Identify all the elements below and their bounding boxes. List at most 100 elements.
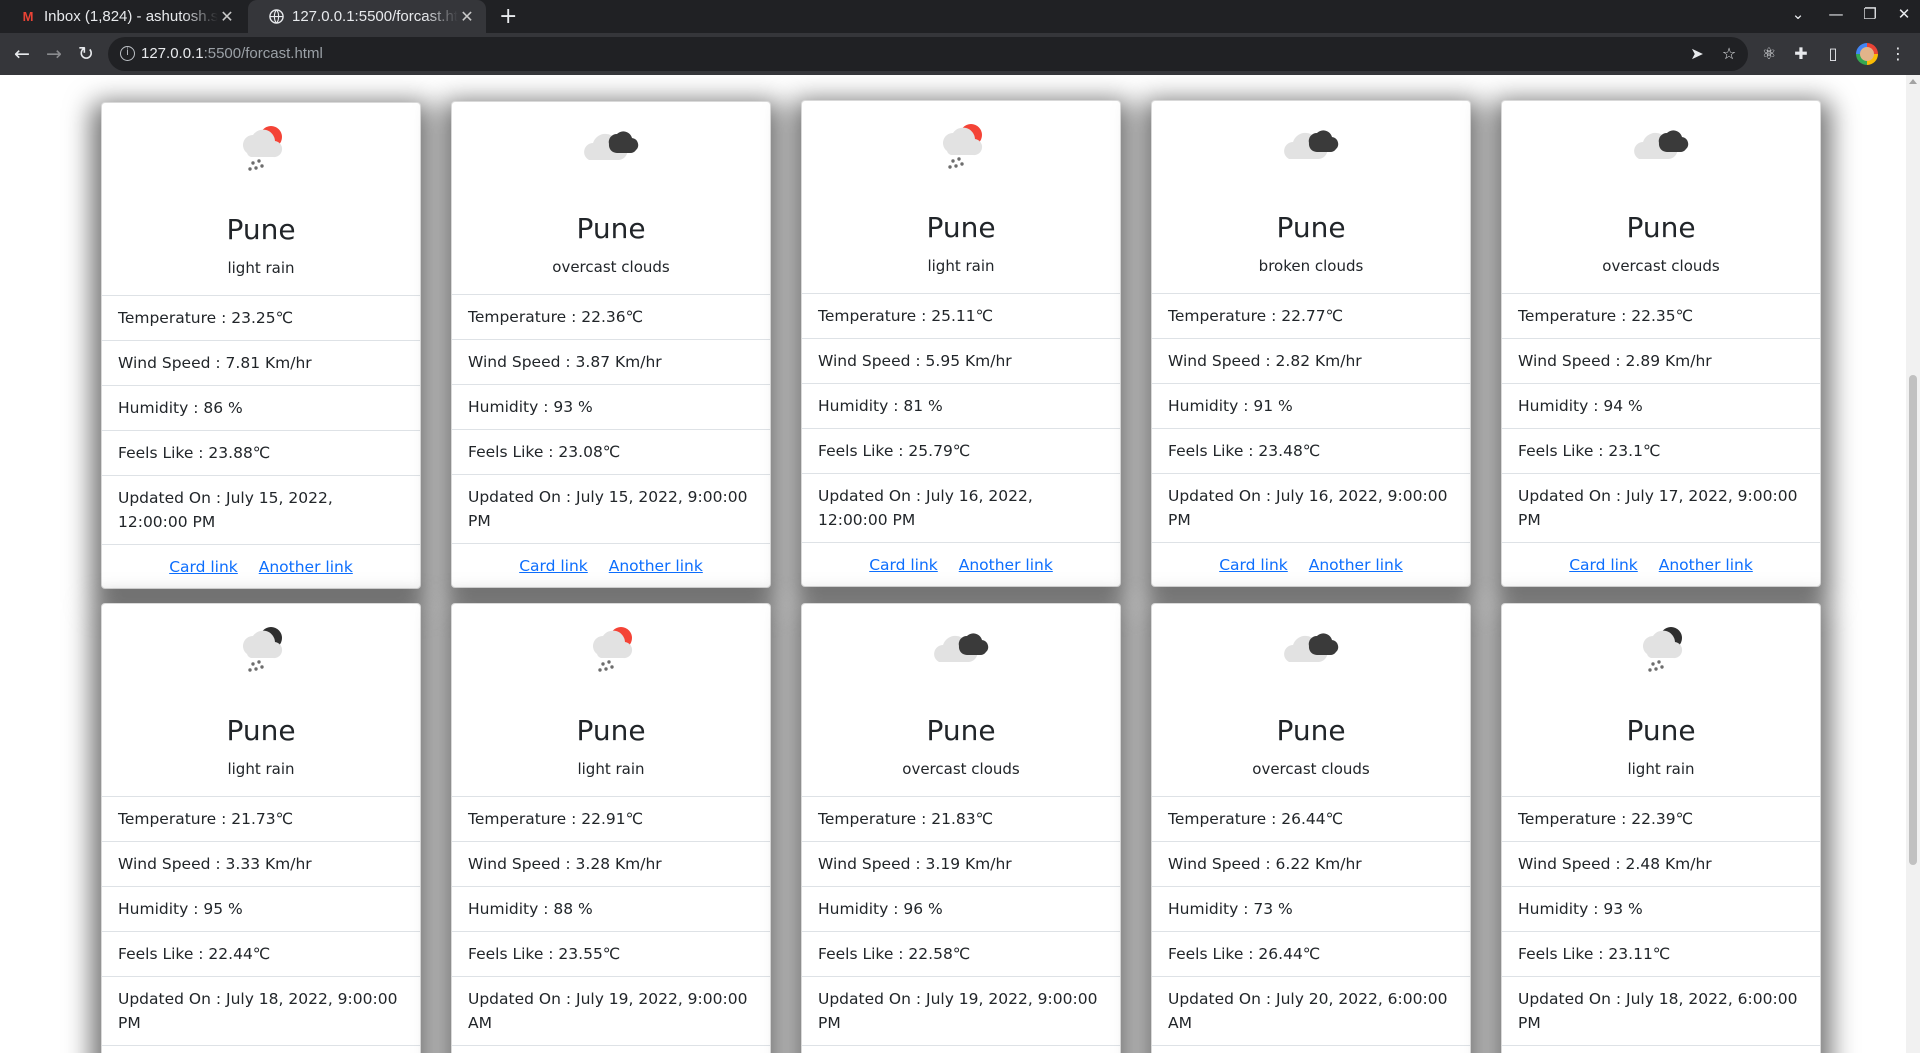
another-link[interactable]: Another link [259, 558, 353, 576]
weather-description: light rain [227, 259, 295, 277]
send-tab-icon[interactable]: ➤ [1685, 42, 1709, 66]
tab-search-icon[interactable]: ⌄ [1784, 5, 1812, 23]
forecast-card: Pune light rain Temperature : 25.11℃ Win… [801, 100, 1121, 587]
card-links: Card link Another link [102, 1046, 420, 1053]
wind-speed-row: Wind Speed : 6.22 Km/hr [1152, 842, 1470, 887]
forecast-card: Pune overcast clouds Temperature : 22.35… [1501, 100, 1821, 587]
feels-like-row: Feels Like : 23.55℃ [452, 932, 770, 977]
overcast-clouds-icon [929, 620, 993, 676]
weather-description: light rain [1627, 760, 1695, 778]
tab-gmail[interactable]: M Inbox (1,824) - ashutosh.s ✕ [0, 0, 246, 33]
profile-avatar[interactable] [1856, 43, 1878, 65]
updated-on-row: Updated On : July 20, 2022, 6:00:00 AM [1152, 977, 1470, 1046]
weather-description: overcast clouds [1602, 257, 1720, 275]
new-tab-icon[interactable]: + [499, 4, 517, 29]
feels-like-row: Feels Like : 23.11℃ [1502, 932, 1820, 977]
close-window-icon[interactable]: ✕ [1890, 5, 1918, 23]
forecast-card: Pune overcast clouds Temperature : 21.83… [801, 603, 1121, 1053]
wind-speed-row: Wind Speed : 3.19 Km/hr [802, 842, 1120, 887]
city-name: Pune [576, 212, 646, 245]
bookmark-star-icon[interactable]: ☆ [1717, 42, 1741, 66]
extension-react-icon[interactable]: ⚛ [1757, 42, 1781, 66]
wind-speed-row: Wind Speed : 3.28 Km/hr [452, 842, 770, 887]
wind-speed-row: Wind Speed : 2.48 Km/hr [1502, 842, 1820, 887]
wind-speed-row: Wind Speed : 2.89 Km/hr [1502, 339, 1820, 384]
card-link[interactable]: Card link [1219, 556, 1288, 574]
temperature-row: Temperature : 25.11℃ [802, 294, 1120, 339]
restore-icon[interactable]: ❐ [1856, 5, 1884, 23]
wind-speed-row: Wind Speed : 3.33 Km/hr [102, 842, 420, 887]
light-rain-day-icon [929, 117, 993, 173]
url-text[interactable]: 127.0.0.1:5500/forcast.html [141, 45, 323, 62]
forecast-card: Pune broken clouds Temperature : 22.77℃ … [1151, 100, 1471, 587]
close-tab-icon[interactable]: ✕ [218, 7, 236, 27]
card-link[interactable]: Card link [519, 557, 588, 575]
close-tab-icon[interactable]: ✕ [458, 7, 476, 27]
weather-description: overcast clouds [902, 760, 1020, 778]
extensions-puzzle-icon[interactable]: ✚ [1789, 42, 1813, 66]
humidity-row: Humidity : 91 % [1152, 384, 1470, 429]
weather-description: light rain [577, 760, 645, 778]
feels-like-row: Feels Like : 23.88℃ [102, 431, 420, 476]
card-links: Card link Another link [1502, 1046, 1820, 1053]
card-body: Pune light rain [802, 101, 1120, 294]
temperature-row: Temperature : 22.39℃ [1502, 797, 1820, 842]
gmail-icon: M [22, 9, 34, 24]
forecast-card: Pune light rain Temperature : 21.73℃ Win… [101, 603, 421, 1053]
card-links: Card link Another link [452, 544, 770, 587]
card-body: Pune light rain [102, 604, 420, 797]
card-link[interactable]: Card link [169, 558, 238, 576]
weather-description: broken clouds [1258, 257, 1364, 275]
humidity-row: Humidity : 86 % [102, 386, 420, 431]
card-links: Card link Another link [452, 1046, 770, 1053]
tab-forecast[interactable]: 127.0.0.1:5500/forcast.htm ✕ [248, 0, 486, 33]
card-link[interactable]: Card link [869, 556, 938, 574]
updated-on-row: Updated On : July 19, 2022, 9:00:00 AM [452, 977, 770, 1046]
card-links: Card link Another link [1152, 543, 1470, 586]
card-body: Pune light rain [1502, 604, 1820, 797]
address-bar[interactable]: i 127.0.0.1:5500/forcast.html [108, 37, 1748, 71]
overcast-clouds-icon [1279, 620, 1343, 676]
site-info-icon[interactable]: i [120, 46, 135, 61]
temperature-row: Temperature : 22.36℃ [452, 295, 770, 340]
page-scrollbar[interactable] [1906, 75, 1920, 1053]
another-link[interactable]: Another link [959, 556, 1053, 574]
overcast-clouds-icon [579, 118, 643, 174]
humidity-row: Humidity : 81 % [802, 384, 1120, 429]
card-body: Pune overcast clouds [1152, 604, 1470, 797]
scrollbar-thumb[interactable] [1909, 375, 1917, 865]
minimize-icon[interactable]: — [1822, 5, 1850, 23]
card-link[interactable]: Card link [1569, 556, 1638, 574]
another-link[interactable]: Another link [1309, 556, 1403, 574]
tab-strip: M Inbox (1,824) - ashutosh.s ✕ 127.0.0.1… [0, 0, 1920, 33]
card-body: Pune light rain [102, 103, 420, 296]
card-body: Pune overcast clouds [452, 102, 770, 295]
weather-description: light rain [227, 760, 295, 778]
feels-like-row: Feels Like : 22.44℃ [102, 932, 420, 977]
temperature-row: Temperature : 21.73℃ [102, 797, 420, 842]
forecast-card: Pune light rain Temperature : 23.25℃ Win… [101, 102, 421, 589]
reload-icon[interactable]: ↻ [73, 41, 99, 67]
city-name: Pune [226, 714, 296, 747]
more-menu-icon[interactable]: ⋮ [1886, 42, 1910, 66]
tab-title: 127.0.0.1:5500/forcast.htm [292, 8, 458, 25]
city-name: Pune [1276, 714, 1346, 747]
card-body: Pune overcast clouds [802, 604, 1120, 797]
humidity-row: Humidity : 73 % [1152, 887, 1470, 932]
browser-toolbar: ← → ↻ i 127.0.0.1:5500/forcast.html ➤ ☆ … [0, 33, 1920, 75]
back-icon[interactable]: ← [9, 41, 35, 67]
another-link[interactable]: Another link [1659, 556, 1753, 574]
wind-speed-row: Wind Speed : 5.95 Km/hr [802, 339, 1120, 384]
card-links: Card link Another link [102, 545, 420, 588]
globe-icon [268, 9, 284, 25]
weather-description: overcast clouds [552, 258, 670, 276]
feels-like-row: Feels Like : 22.58℃ [802, 932, 1120, 977]
city-name: Pune [1276, 211, 1346, 244]
overcast-clouds-icon [1629, 117, 1693, 173]
side-panel-icon[interactable]: ▯ [1821, 42, 1845, 66]
humidity-row: Humidity : 88 % [452, 887, 770, 932]
temperature-row: Temperature : 23.25℃ [102, 296, 420, 341]
feels-like-row: Feels Like : 23.08℃ [452, 430, 770, 475]
forward-icon[interactable]: → [41, 41, 67, 67]
another-link[interactable]: Another link [609, 557, 703, 575]
